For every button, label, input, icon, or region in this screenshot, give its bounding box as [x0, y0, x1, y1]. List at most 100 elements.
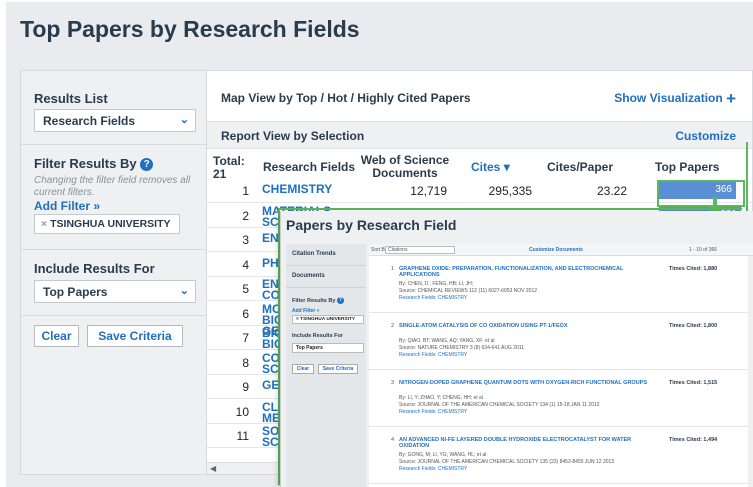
record-number: 4	[391, 437, 395, 443]
row-number: 3	[242, 233, 249, 247]
col-cites[interactable]: Cites ▾	[471, 161, 510, 174]
results-list-select[interactable]: Research Fields ⌄	[34, 109, 196, 132]
sort-select[interactable]: Citations	[385, 246, 455, 254]
popup-filter-chip[interactable]: × TSINGHUA UNIVERSITY	[292, 315, 364, 324]
results-list-value: Research Fields	[43, 114, 136, 128]
document-record: 2 SINGLE-ATOM CATALYSIS OF CO OXIDATION U…	[369, 315, 753, 370]
customize-documents-link[interactable]: Customize Documents	[529, 247, 583, 253]
total-label: Total: 21	[213, 155, 245, 181]
record-times-cited: Times Cited: 1,800	[669, 323, 718, 329]
document-record: 4 AN ADVANCED NI-FE LAYERED DOUBLE HYDROX…	[369, 429, 753, 484]
pagination[interactable]: 1 - 10 of 366	[689, 247, 717, 253]
col-research-fields[interactable]: Research Fields	[263, 161, 355, 174]
row-number: 7	[242, 331, 249, 345]
record-times-cited: Times Cited: 1,880	[669, 266, 718, 272]
popup-toolbar: Sort By: Citations Customize Documents 1…	[369, 244, 753, 256]
row-number: 4	[242, 257, 249, 272]
record-authors: By: CHEN, D.; FENG, HB; LI, JH;	[399, 281, 474, 287]
clear-button[interactable]: Clear	[34, 325, 79, 347]
filter-chip-label: TSINGHUA UNIVERSITY	[50, 218, 171, 230]
popup-filter-title: Filter Results By ?	[292, 297, 344, 304]
row-number: 5	[242, 282, 249, 296]
page-title: Top Papers by Research Fields	[20, 16, 360, 42]
record-research-field[interactable]: Research Fields: CHEMISTRY	[399, 409, 467, 415]
remove-filter-icon[interactable]: ×	[41, 218, 47, 230]
record-research-field[interactable]: Research Fields: CHEMISTRY	[399, 466, 467, 472]
include-select[interactable]: Top Papers ⌄	[34, 280, 196, 303]
row-number: 11	[236, 429, 249, 443]
row-number: 9	[242, 380, 249, 394]
record-authors: By: QIAO, BT; WANG, AQ; YANG, XF; et al	[399, 338, 495, 344]
col-cites-label: Cites	[471, 160, 501, 174]
tab-citation-trends[interactable]: Citation Trends	[286, 244, 366, 266]
scroll-left-icon[interactable]: ◀	[210, 464, 216, 473]
document-record: 3 NITROGEN-DOPED GRAPHENE QUANTUM DOTS WI…	[369, 372, 753, 427]
connector-line	[278, 208, 742, 210]
popup-documents: Sort By: Citations Customize Documents 1…	[369, 244, 753, 487]
popup-filter-text: Filter Results By	[292, 297, 336, 304]
record-title-link[interactable]: SINGLE-ATOM CATALYSIS OF CO OXIDATION US…	[399, 323, 649, 329]
results-list-title: Results List	[34, 91, 108, 106]
customize-link[interactable]: Customize	[675, 129, 736, 143]
row-number: 6	[242, 306, 249, 321]
popup-title: Papers by Research Field	[286, 217, 457, 233]
record-source: Source: CHEMICAL REVIEWS 112 (11) 6027-6…	[399, 288, 538, 294]
record-research-field[interactable]: Research Fields: CHEMISTRY	[399, 295, 467, 301]
record-times-cited: Times Cited: 1,494	[669, 437, 718, 443]
popup-clear-button[interactable]: Clear	[292, 364, 314, 374]
popup-scrollbar[interactable]	[748, 256, 753, 487]
record-research-field[interactable]: Research Fields: CHEMISTRY	[399, 352, 467, 358]
record-authors: By: GONG, M; LI, YG; WANG, HL; et al	[399, 452, 487, 458]
help-icon[interactable]: ?	[140, 158, 154, 172]
plus-icon: +	[726, 89, 736, 108]
papers-detail-popup: Papers by Research Field Citation Trends…	[280, 211, 753, 487]
include-title: Include Results For	[34, 261, 155, 276]
col-cites-per-paper[interactable]: Cites/Paper	[547, 161, 613, 174]
record-times-cited: Times Cited: 1,515	[669, 380, 718, 386]
record-source: Source: NATURE CHEMISTRY 3 (8) 634-641 A…	[399, 345, 524, 351]
sort-desc-icon: ▾	[503, 160, 510, 174]
tab-documents[interactable]: Documents	[286, 266, 366, 288]
record-title-link[interactable]: NITROGEN-DOPED GRAPHENE QUANTUM DOTS WIT…	[399, 380, 649, 386]
research-field-link[interactable]: CHEMISTRY	[262, 183, 332, 195]
row-number: 10	[235, 404, 249, 419]
filter-chip[interactable]: × TSINGHUA UNIVERSITY	[34, 214, 180, 234]
chevron-down-icon: ⌄	[179, 285, 189, 297]
chevron-down-icon: ⌄	[179, 114, 189, 126]
filter-title: Filter Results By ?	[34, 156, 154, 172]
row-number: 2	[242, 208, 249, 223]
report-view-bar: Report View by Selection Customize	[207, 121, 752, 149]
help-icon[interactable]: ?	[336, 297, 344, 304]
record-number: 2	[391, 323, 395, 329]
col-wos-documents[interactable]: Web of Science Documents	[355, 154, 455, 180]
record-number: 1	[391, 266, 395, 272]
cites-per-paper-value: 23.22	[596, 184, 627, 198]
document-record: 1 GRAPHENE OXIDE: PREPARATION, FUNCTIONAL…	[369, 258, 753, 313]
record-source: Source: JOURNAL OF THE AMERICAN CHEMICAL…	[399, 459, 615, 465]
col-top-papers[interactable]: Top Papers	[655, 161, 719, 174]
popup-add-filter[interactable]: Add Filter »	[292, 308, 320, 314]
add-filter-link[interactable]: Add Filter »	[34, 199, 100, 213]
map-view-title: Map View by Top / Hot / Highly Cited Pap…	[221, 91, 471, 105]
record-source: Source: JOURNAL OF THE AMERICAN CHEMICAL…	[399, 402, 600, 408]
wos-documents-value: 12,719	[410, 184, 447, 198]
include-value: Top Papers	[43, 285, 108, 299]
cites-value: 295,335	[488, 184, 532, 198]
record-number: 3	[391, 380, 395, 386]
save-criteria-button[interactable]: Save Criteria	[87, 325, 183, 347]
connector-line	[746, 142, 748, 212]
report-view-title: Report View by Selection	[221, 129, 365, 143]
popup-save-button[interactable]: Save Criteria	[318, 364, 358, 374]
row-number: 8	[242, 355, 249, 370]
divider	[21, 315, 206, 316]
record-title-link[interactable]: AN ADVANCED NI-FE LAYERED DOUBLE HYDROXI…	[399, 437, 649, 449]
popup-sidebar: Citation Trends Documents Filter Results…	[286, 244, 366, 487]
show-visualization-label: Show Visualization	[614, 91, 723, 105]
popup-include-title: Include Results For	[292, 333, 344, 339]
divider	[21, 249, 206, 250]
show-visualization-link[interactable]: Show Visualization +	[614, 89, 736, 109]
popup-include-select[interactable]: Top Papers	[292, 343, 364, 353]
record-authors: By: LI, Y; ZHAO, Y; CHENG, HH; et al	[399, 395, 483, 401]
highlight-box	[657, 180, 745, 207]
record-title-link[interactable]: GRAPHENE OXIDE: PREPARATION, FUNCTIONALI…	[399, 266, 649, 278]
